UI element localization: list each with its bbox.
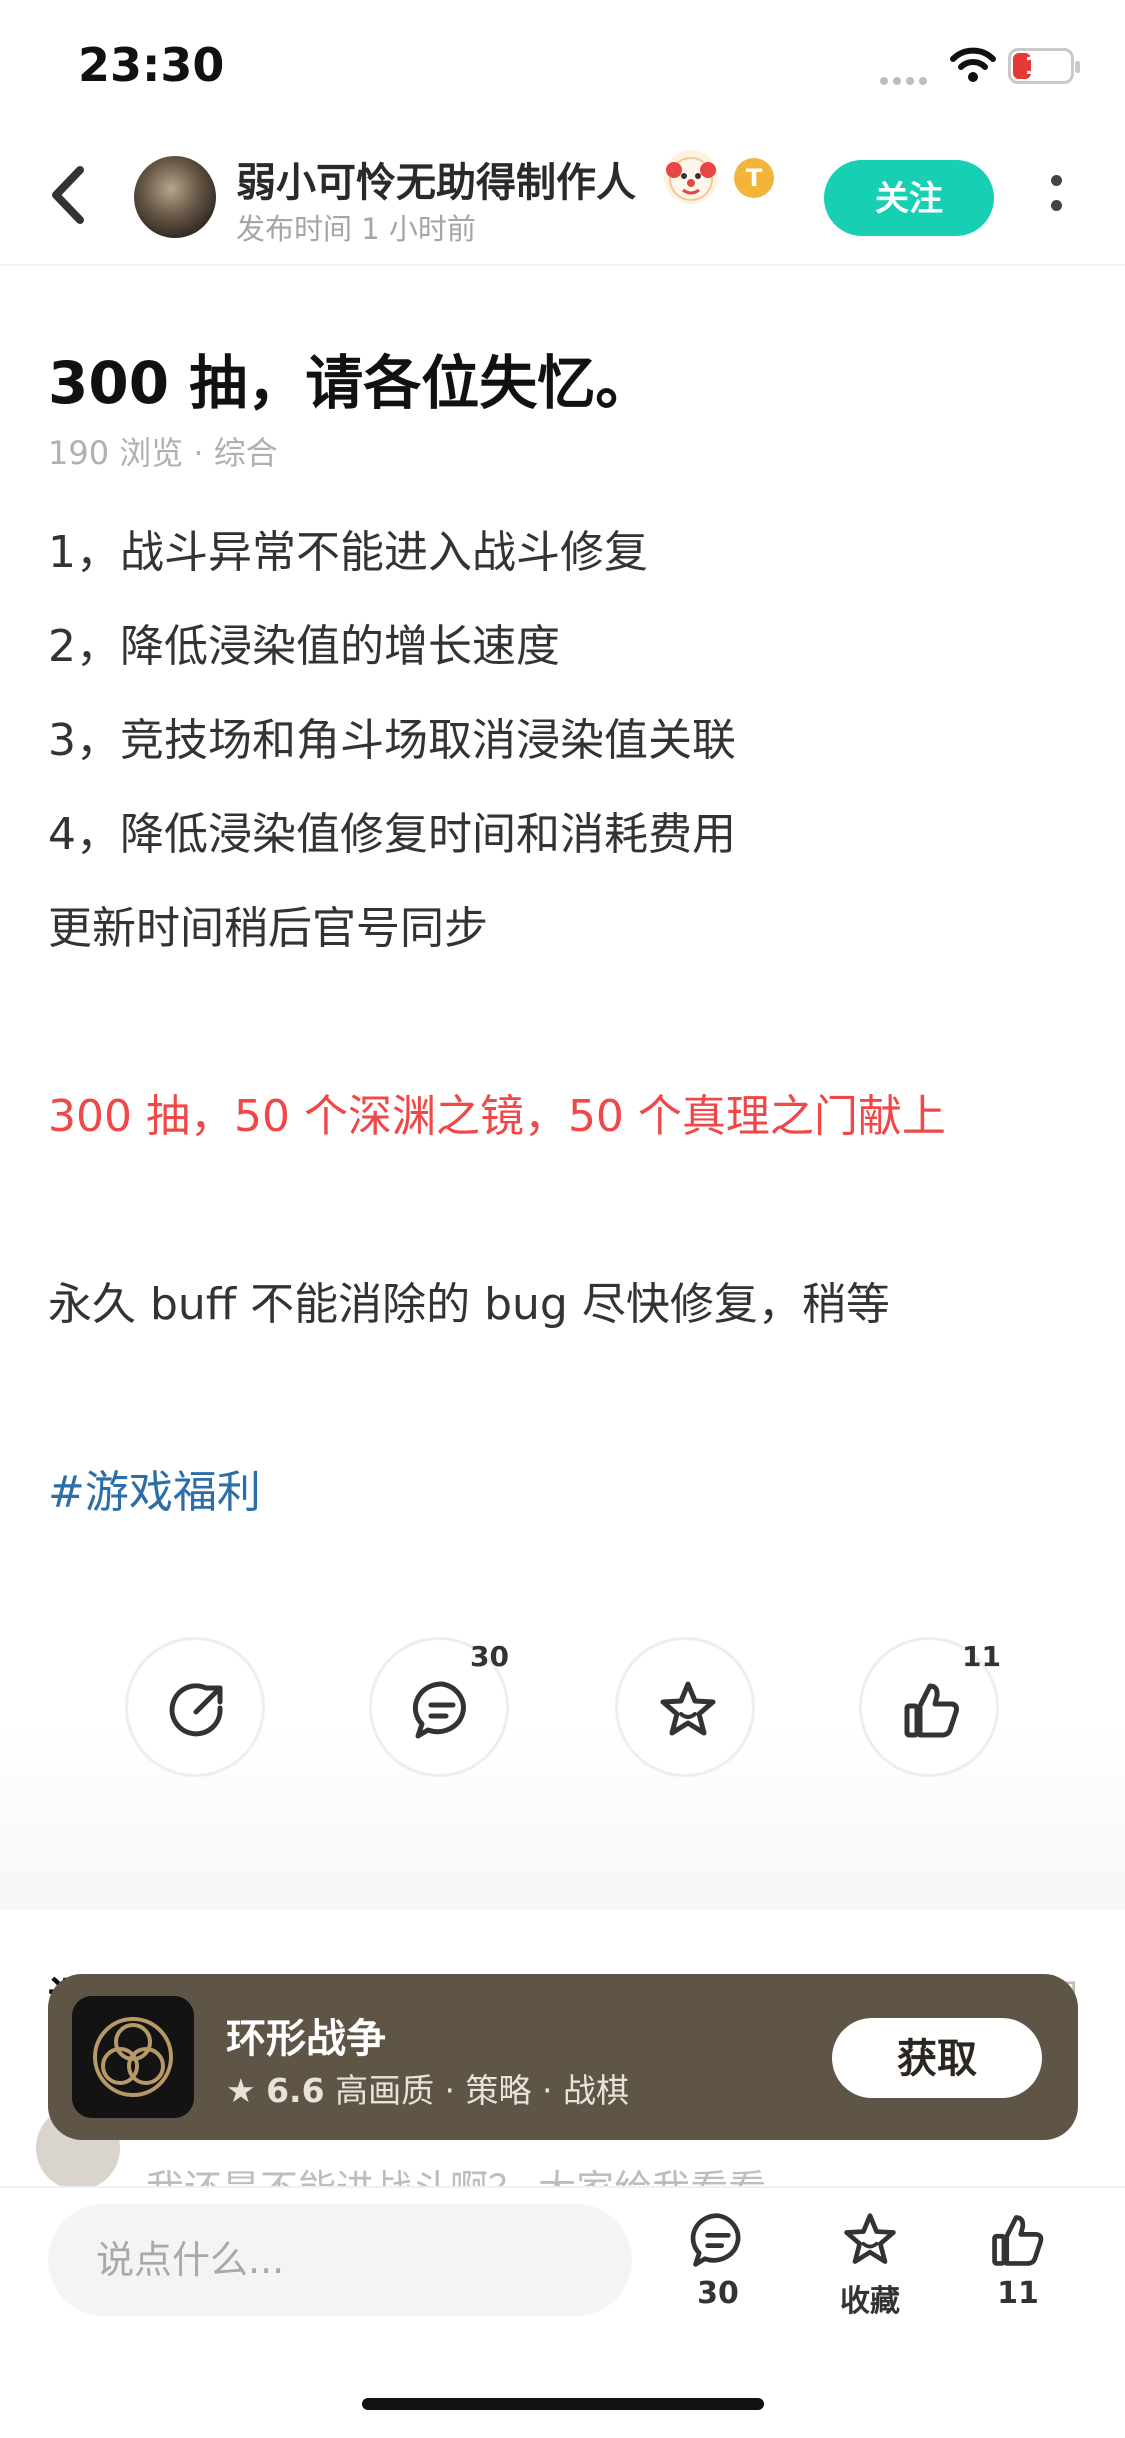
rating-star-icon: ★ [226,2071,256,2110]
comment-icon [690,2213,741,2267]
share-icon [169,1683,223,1737]
follow-button[interactable]: 关注 [824,160,994,236]
more-icon[interactable] [1044,166,1068,232]
thumbs-up-icon [904,1683,959,1738]
bottom-favorite-button[interactable]: 收藏 [810,2210,930,2320]
back-icon[interactable] [40,160,100,230]
post-line: 3，竞技场和角斗场取消浸染值关联 [48,715,736,766]
bottom-favorite-label: 收藏 [840,2284,900,2319]
post-line: 2，降低浸染值的增长速度 [48,621,560,672]
star-icon [660,1681,716,1736]
favorite-button[interactable] [615,1637,755,1777]
bottom-comment-count: 30 [697,2276,739,2311]
post-line: 更新时间稍后官号同步 [48,903,488,954]
game-name: 环形战争 [226,2016,386,2062]
post-time: 发布时间 1 小时前 [236,212,476,246]
topic-tag[interactable]: #游戏福利 [48,1456,261,1520]
level-badge: T [734,158,774,198]
battery-level: 18 [1024,52,1058,80]
comment-count: 30 [470,1640,509,1673]
home-indicator[interactable] [362,2398,764,2410]
game-logo-icon [72,1996,194,2118]
bottom-like-button[interactable]: 11 [958,2210,1078,2311]
post-meta: 190 浏览 · 综合 [48,434,278,472]
post-line: 1，战斗异常不能进入战斗修复 [48,527,648,578]
signal-icon [880,70,932,85]
game-rating: 6.6 [266,2071,325,2110]
post-note: 永久 buff 不能消除的 bug 尽快修复，稍等 [48,1279,890,1330]
post-title: 300 抽，请各位失忆。 [48,349,654,417]
bottom-comment-button[interactable]: 30 [658,2210,778,2311]
post-line: 4，降低浸染值修复时间和消耗费用 [48,809,736,860]
share-button[interactable] [125,1637,265,1777]
get-game-button[interactable]: 获取 [832,2018,1042,2098]
bottom-like-count: 11 [997,2276,1039,2311]
star-icon [844,2213,896,2264]
post-highlight: 300 抽，50 个深渊之镜，50 个真理之门献上 [48,1091,946,1142]
thumbs-up-icon [992,2215,1044,2266]
game-meta: ★ 6.6 高画质 · 策略 · 战棋 [226,2064,629,2112]
author-avatar[interactable] [134,156,216,238]
author-name[interactable]: 弱小可怜无助得制作人 [236,150,636,208]
comment-icon [412,1681,466,1739]
status-time: 23:30 [78,38,225,92]
header-divider [0,264,1125,266]
clown-emoji-icon [664,150,718,204]
game-tags: 高画质 · 策略 · 战棋 [335,2071,630,2110]
comment-input[interactable]: 说点什么... [48,2204,632,2316]
battery-icon: 18 [1008,48,1080,84]
like-count: 11 [962,1640,1001,1673]
wifi-icon [950,47,996,82]
